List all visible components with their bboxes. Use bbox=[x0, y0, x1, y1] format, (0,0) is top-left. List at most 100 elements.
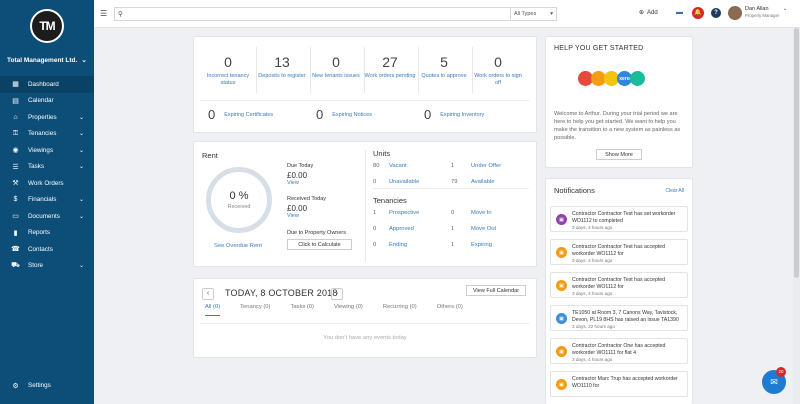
notification-content: Contractor Contractor One has accepted w… bbox=[572, 343, 687, 363]
calendar-tab[interactable]: Viewing (0) bbox=[334, 304, 363, 316]
user-menu[interactable]: Dan Allan Property Manager ⌄ bbox=[745, 6, 787, 18]
previous-day-button[interactable]: ‹ bbox=[202, 288, 214, 300]
sidebar-item-calendar[interactable]: ▤ Calendar bbox=[0, 93, 94, 110]
contacts-icon: ☎ bbox=[11, 246, 20, 254]
tenancies-row: 0 Ending 1 Expiring bbox=[373, 242, 492, 248]
topbar: ☰ ⚲ All Types ▾ ⊕ Add ▬ 🔔 ? Dan Allan Pr… bbox=[94, 0, 800, 28]
stat-tile[interactable]: 5 Quotes to approve bbox=[418, 54, 470, 80]
company-switcher[interactable]: Total Management Ltd. ⌄ bbox=[0, 52, 94, 65]
units-row: 80 Vacant 1 Under Offer bbox=[373, 163, 501, 169]
clear-all-link[interactable]: Clear All bbox=[665, 188, 684, 194]
status-link[interactable]: Move In bbox=[471, 210, 492, 216]
messages-icon[interactable]: ▬ bbox=[676, 9, 683, 16]
expiring-tile[interactable]: 0 Expiring Notices bbox=[316, 107, 372, 122]
sidebar-item-reports[interactable]: ▮ Reports bbox=[0, 225, 94, 242]
expiring-tile[interactable]: 0 Expiring Inventory bbox=[424, 107, 484, 122]
notification-item[interactable]: ▣ Contractor Contractor One has accepted … bbox=[550, 338, 688, 364]
sidebar-item-label: Contacts bbox=[28, 245, 53, 253]
next-day-button[interactable]: › bbox=[331, 288, 343, 300]
status-link[interactable]: Unavailable bbox=[389, 179, 451, 185]
status-link[interactable]: Vacant bbox=[389, 163, 451, 169]
sidebar-item-settings[interactable]: ⚙ Settings bbox=[0, 378, 94, 395]
calendar-tab[interactable]: All (0) bbox=[205, 304, 221, 316]
integration-logo-icon bbox=[630, 71, 645, 86]
notification-content: Contractor Contractor Test has accepted … bbox=[572, 244, 687, 264]
received-today-label: Received Today bbox=[287, 196, 327, 202]
calendar-tab[interactable]: Others (0) bbox=[437, 304, 463, 316]
stat-tile[interactable]: 27 Work orders pending bbox=[364, 54, 416, 80]
show-more-button[interactable]: Show More bbox=[596, 149, 642, 160]
status-link[interactable]: Expiring bbox=[471, 242, 492, 248]
status-link[interactable]: Ending bbox=[389, 242, 451, 248]
notification-item[interactable]: ▣ Contractor Contractor Test has accepted… bbox=[550, 272, 688, 298]
help-icon[interactable]: ? bbox=[711, 8, 721, 18]
due-today-view-link[interactable]: View bbox=[287, 180, 313, 186]
status-link[interactable]: Move Out bbox=[471, 226, 496, 232]
see-overdue-rent-link[interactable]: See Overdue Rent bbox=[214, 243, 262, 249]
status-link[interactable]: Approved bbox=[389, 226, 451, 232]
plus-circle-icon: ⊕ bbox=[639, 10, 645, 16]
sidebar-item-tasks[interactable]: ☰ Tasks ⌄ bbox=[0, 159, 94, 176]
notification-time: 3 days, 4 hours ago bbox=[572, 357, 613, 363]
status-link[interactable]: Under Offer bbox=[471, 163, 501, 169]
stat-tile[interactable]: 0 Work orders to sign off bbox=[472, 54, 524, 86]
sidebar-item-work-orders[interactable]: ⚒ Work Orders bbox=[0, 175, 94, 192]
company-logo[interactable]: TM bbox=[30, 9, 64, 43]
notification-item[interactable]: ▣ TE1050 at Room 3, 7 Canons Way, Tavisto… bbox=[550, 305, 688, 331]
sidebar-item-label: Calendar bbox=[28, 97, 54, 105]
stat-value: 13 bbox=[274, 54, 290, 70]
stat-tile[interactable]: 0 New tenants issues bbox=[310, 54, 362, 80]
sidebar-item-viewings[interactable]: ◉ Viewings ⌄ bbox=[0, 142, 94, 159]
count: 80 bbox=[373, 163, 380, 169]
notification-text: Contractor Marc Trup has accepted workor… bbox=[572, 376, 678, 390]
calendar-tab[interactable]: Tenancy (0) bbox=[240, 304, 270, 316]
sidebar-item-documents[interactable]: ▭ Documents ⌄ bbox=[0, 208, 94, 225]
menu-icon[interactable]: ☰ bbox=[100, 9, 107, 18]
notification-content: Contractor Contractor Test has set worko… bbox=[572, 211, 687, 231]
count: 1 bbox=[451, 242, 455, 248]
status-link[interactable]: Prospective bbox=[389, 210, 451, 216]
notification-item[interactable]: ▣ Contractor Marc Trup has accepted worko… bbox=[550, 371, 688, 397]
received-today-view-link[interactable]: View bbox=[287, 213, 326, 219]
sidebar-item-contacts[interactable]: ☎ Contacts bbox=[0, 241, 94, 258]
type-select[interactable]: All Types ▾ bbox=[510, 7, 557, 21]
help-card: HELP YOU GET STARTED xero Welcome to Art… bbox=[545, 36, 693, 168]
page-scrollbar[interactable] bbox=[793, 28, 800, 404]
sidebar-item-dashboard[interactable]: ▦ Dashboard bbox=[0, 76, 94, 93]
status-link[interactable]: Available bbox=[471, 179, 494, 185]
due-owners-label: Due to Property Owners bbox=[287, 230, 346, 236]
notification-item[interactable]: ▣ Contractor Contractor Test has set work… bbox=[550, 206, 688, 232]
notification-text: Contractor Contractor Test has set worko… bbox=[572, 211, 676, 225]
calendar-tab[interactable]: Tasks (0) bbox=[290, 304, 314, 316]
notification-time: 3 days, 4 hours ago bbox=[572, 225, 613, 231]
divider bbox=[200, 100, 530, 101]
rent-percent-label: Received bbox=[227, 204, 251, 210]
sidebar-item-store[interactable]: ⛟ Store ⌄ bbox=[0, 258, 94, 275]
count: 79 bbox=[451, 179, 458, 185]
help-title: HELP YOU GET STARTED bbox=[554, 45, 644, 52]
add-label: Add bbox=[647, 9, 658, 16]
click-to-calculate-button[interactable]: Click to Calculate bbox=[287, 239, 352, 250]
expiring-tile[interactable]: 0 Expiring Certificates bbox=[208, 107, 273, 122]
avatar[interactable] bbox=[728, 6, 742, 20]
sidebar-item-properties[interactable]: ⌂ Properties ⌄ bbox=[0, 109, 94, 126]
notification-item[interactable]: ▣ Contractor Contractor Test has accepted… bbox=[550, 239, 688, 265]
received-today-value: £0.00 bbox=[287, 204, 308, 213]
view-full-calendar-button[interactable]: View Full Calendar bbox=[466, 285, 526, 296]
scrollbar-thumb[interactable] bbox=[794, 28, 799, 278]
stat-value: 0 bbox=[224, 54, 232, 70]
stat-tile[interactable]: 13 Deposits to register bbox=[256, 54, 308, 80]
sidebar-item-tenancies[interactable]: ⚿ Tenancies ⌄ bbox=[0, 126, 94, 143]
calendar-tab[interactable]: Recurring (0) bbox=[383, 304, 417, 316]
work-orders-icon: ⚒ bbox=[12, 180, 19, 188]
notification-time: 3 days, 22 hours ago bbox=[572, 324, 615, 330]
sidebar: TM Total Management Ltd. ⌄ ▦ Dashboard ▤ Ca… bbox=[0, 0, 94, 404]
no-events-message: You don't have any events today bbox=[323, 335, 407, 341]
sidebar-item-financials[interactable]: $ Financials ⌄ bbox=[0, 192, 94, 209]
tenancies-row: 1 Prospective 0 Move In bbox=[373, 210, 492, 216]
add-button[interactable]: ⊕ Add bbox=[639, 9, 658, 17]
logo-wrap: TM bbox=[0, 0, 94, 52]
notifications-bell-icon[interactable]: 🔔 bbox=[692, 7, 704, 19]
search-input[interactable]: ⚲ bbox=[114, 7, 551, 21]
stat-tile[interactable]: 0 Incorrect tenancy status bbox=[202, 54, 254, 86]
